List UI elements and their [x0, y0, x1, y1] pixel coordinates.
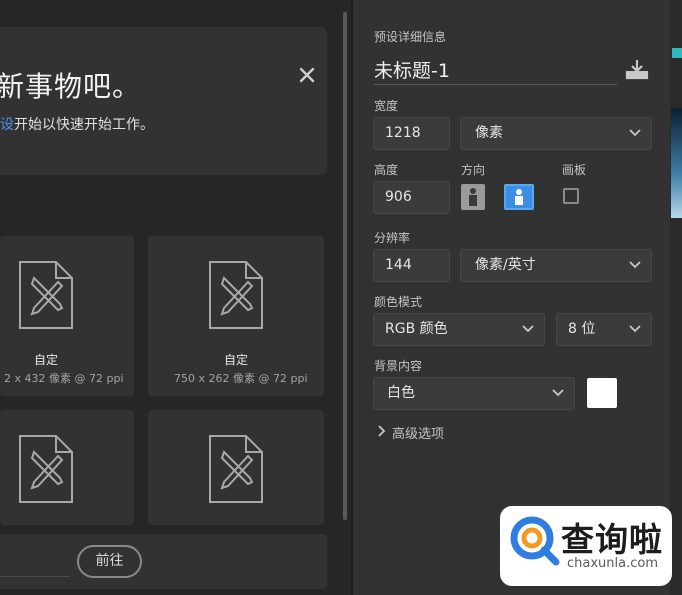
preset-card[interactable] [148, 410, 324, 525]
color-mode-value: RGB 颜色 [385, 321, 448, 337]
artboard-checkbox[interactable] [563, 188, 579, 204]
color-mode-label: 颜色模式 [374, 295, 423, 309]
bit-depth-value: 8 位 [568, 321, 596, 337]
color-mode-select[interactable]: RGB 颜色 [373, 313, 545, 346]
template-search-bar [0, 534, 327, 589]
preset-card[interactable]: 自定 750 x 262 像素 @ 72 ppi [148, 236, 324, 396]
card-subtitle: 750 x 262 像素 @ 72 ppi [174, 372, 308, 385]
preset-details-heading: 预设详细信息 [374, 30, 447, 44]
search-input-underline[interactable] [0, 576, 70, 577]
document-design-icon [209, 435, 263, 503]
resolution-unit-value: 像素/英寸 [475, 257, 536, 273]
resolution-input[interactable]: 144 [373, 249, 450, 282]
portrait-orientation-button[interactable] [461, 184, 485, 210]
width-unit-select[interactable]: 像素 [460, 117, 652, 150]
resolution-unit-select[interactable]: 像素/英寸 [460, 249, 652, 282]
width-input[interactable]: 1218 [373, 117, 450, 150]
preset-card[interactable] [0, 410, 134, 525]
resolution-label: 分辨率 [374, 231, 411, 245]
width-label: 宽度 [374, 99, 399, 113]
watermark-url: chaxunla.com [567, 556, 658, 571]
background-contents-label: 背景内容 [374, 359, 423, 373]
banner-subtitle: 设开始以快速开始工作。 [0, 114, 154, 134]
strip-thumbnail [671, 108, 682, 218]
banner-subtitle-text: 开始以快速开始工作。 [14, 117, 154, 133]
document-name-input[interactable]: 未标题-1 [374, 56, 450, 83]
height-label: 高度 [374, 163, 399, 177]
chevron-right-icon[interactable] [378, 425, 386, 437]
document-design-icon [19, 261, 73, 329]
chevron-down-icon [629, 325, 641, 333]
document-design-icon [19, 435, 73, 503]
scrollbar-thumb[interactable] [343, 12, 347, 520]
portrait-icon [469, 188, 477, 206]
goto-button[interactable]: 前往 [77, 545, 142, 578]
preset-card[interactable]: 自定 2 x 432 像素 @ 72 ppi [0, 236, 134, 396]
card-subtitle: 2 x 432 像素 @ 72 ppi [4, 372, 124, 385]
width-unit-value: 像素 [475, 125, 503, 141]
advanced-options-toggle[interactable]: 高级选项 [392, 423, 444, 442]
background-contents-value: 白色 [387, 385, 415, 401]
card-title: 自定 [224, 353, 249, 367]
card-title: 自定 [34, 353, 59, 367]
chevron-down-icon [629, 261, 641, 269]
banner-title: 新事物吧。 [0, 70, 142, 103]
presets-link[interactable]: 设 [0, 117, 14, 133]
strip-accent [672, 48, 682, 58]
close-icon[interactable] [297, 65, 317, 85]
document-design-icon [209, 261, 263, 329]
landscape-orientation-button[interactable] [504, 184, 534, 210]
watermark-logo-icon [510, 516, 560, 566]
background-contents-select[interactable]: 白色 [373, 377, 575, 410]
chevron-down-icon [629, 129, 641, 137]
watermark-text: 查询啦 [561, 520, 663, 559]
landscape-icon [515, 189, 523, 205]
chevron-down-icon [522, 325, 534, 333]
save-preset-icon[interactable] [625, 58, 649, 80]
background-color-swatch[interactable] [587, 378, 617, 408]
height-input[interactable]: 906 [373, 181, 450, 214]
orientation-label: 方向 [461, 163, 486, 177]
bit-depth-select[interactable]: 8 位 [556, 313, 652, 346]
welcome-banner: 新事物吧。 设开始以快速开始工作。 [0, 27, 327, 175]
chevron-down-icon [552, 389, 564, 397]
background-app-strip [670, 0, 682, 595]
presets-panel: 新事物吧。 设开始以快速开始工作。 自定 2 x 432 像素 @ 72 ppi… [0, 0, 347, 595]
document-name-underline [374, 84, 617, 85]
artboard-label: 画板 [562, 163, 587, 177]
